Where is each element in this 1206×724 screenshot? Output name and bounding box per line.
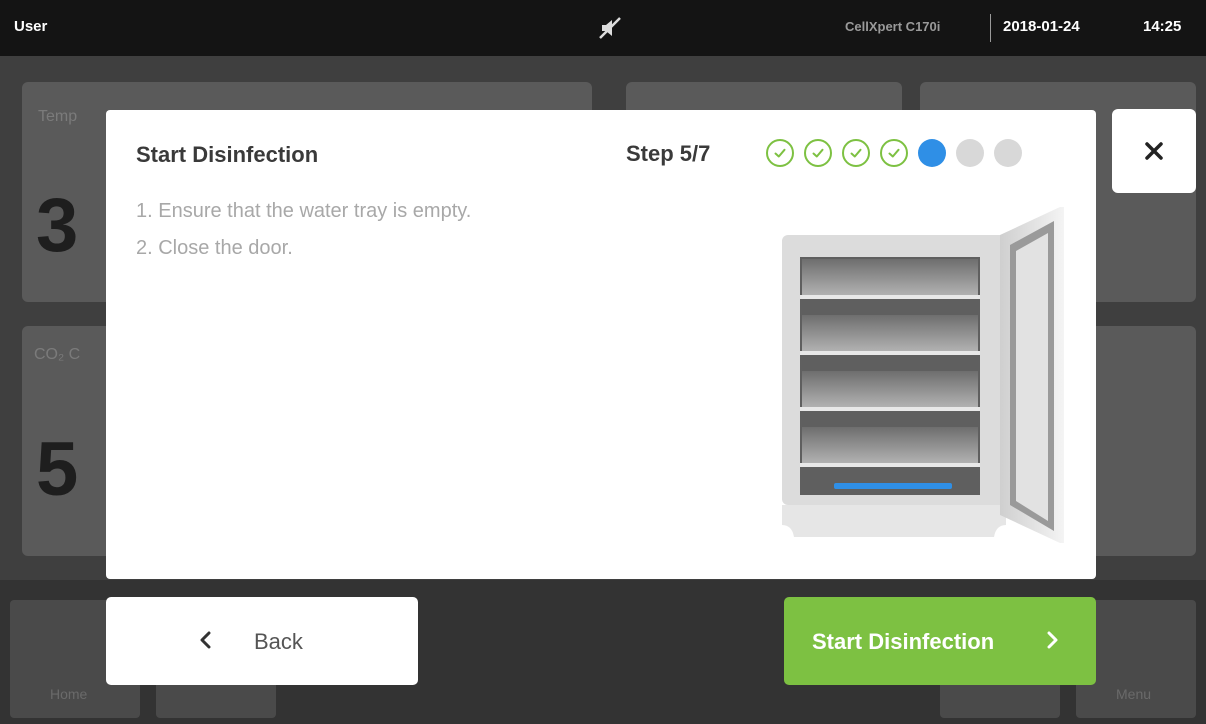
status-separator <box>990 14 991 42</box>
step-progress <box>766 137 1022 169</box>
step-dot-done <box>804 139 832 167</box>
muted-speaker-icon <box>599 17 621 39</box>
chevron-left-icon <box>200 631 211 649</box>
status-bar: User CellXpert C170i 2018-01-24 14:25 <box>0 0 1206 56</box>
device-model: CellXpert C170i <box>845 19 941 34</box>
instruction-item: 2. Close the door. <box>136 237 293 259</box>
temperature-value: 3 <box>36 183 79 268</box>
checkmark-icon <box>888 148 900 158</box>
user-label: User <box>14 18 48 35</box>
checkmark-icon <box>850 148 862 158</box>
checkmark-icon <box>812 148 824 158</box>
step-dot-done <box>842 139 870 167</box>
step-dot-todo <box>994 139 1022 167</box>
status-date: 2018-01-24 <box>1003 18 1080 35</box>
step-dot-done <box>766 139 794 167</box>
checkmark-icon <box>774 148 786 158</box>
close-icon <box>1145 142 1163 160</box>
incubator-illustration <box>782 207 1064 543</box>
dialog-title: Start Disinfection <box>136 142 319 167</box>
step-dot-done <box>880 139 908 167</box>
status-time: 14:25 <box>1143 18 1182 35</box>
instruction-item: 1. Ensure that the water tray is empty. <box>136 200 472 222</box>
disinfection-dialog: Start Disinfection Step 5/7 1. Ensure th… <box>106 110 1096 579</box>
close-button[interactable] <box>1112 109 1196 193</box>
home-nav-label: Home <box>50 686 88 702</box>
start-disinfection-button[interactable]: Start Disinfection <box>784 597 1096 685</box>
step-dot-todo <box>956 139 984 167</box>
instruction-list: 1. Ensure that the water tray is empty. … <box>136 200 471 274</box>
step-dot-current <box>918 139 946 167</box>
step-indicator-label: Step 5/7 <box>626 141 711 166</box>
chevron-right-icon <box>1047 631 1058 649</box>
start-disinfection-label: Start Disinfection <box>812 629 995 654</box>
co2-label: CO₂ C <box>34 346 81 363</box>
menu-nav-label: Menu <box>1116 686 1152 702</box>
co2-value: 5 <box>36 427 79 512</box>
back-button[interactable]: Back <box>106 597 418 685</box>
back-button-label: Back <box>254 629 303 654</box>
temperature-label: Temp <box>38 108 78 125</box>
